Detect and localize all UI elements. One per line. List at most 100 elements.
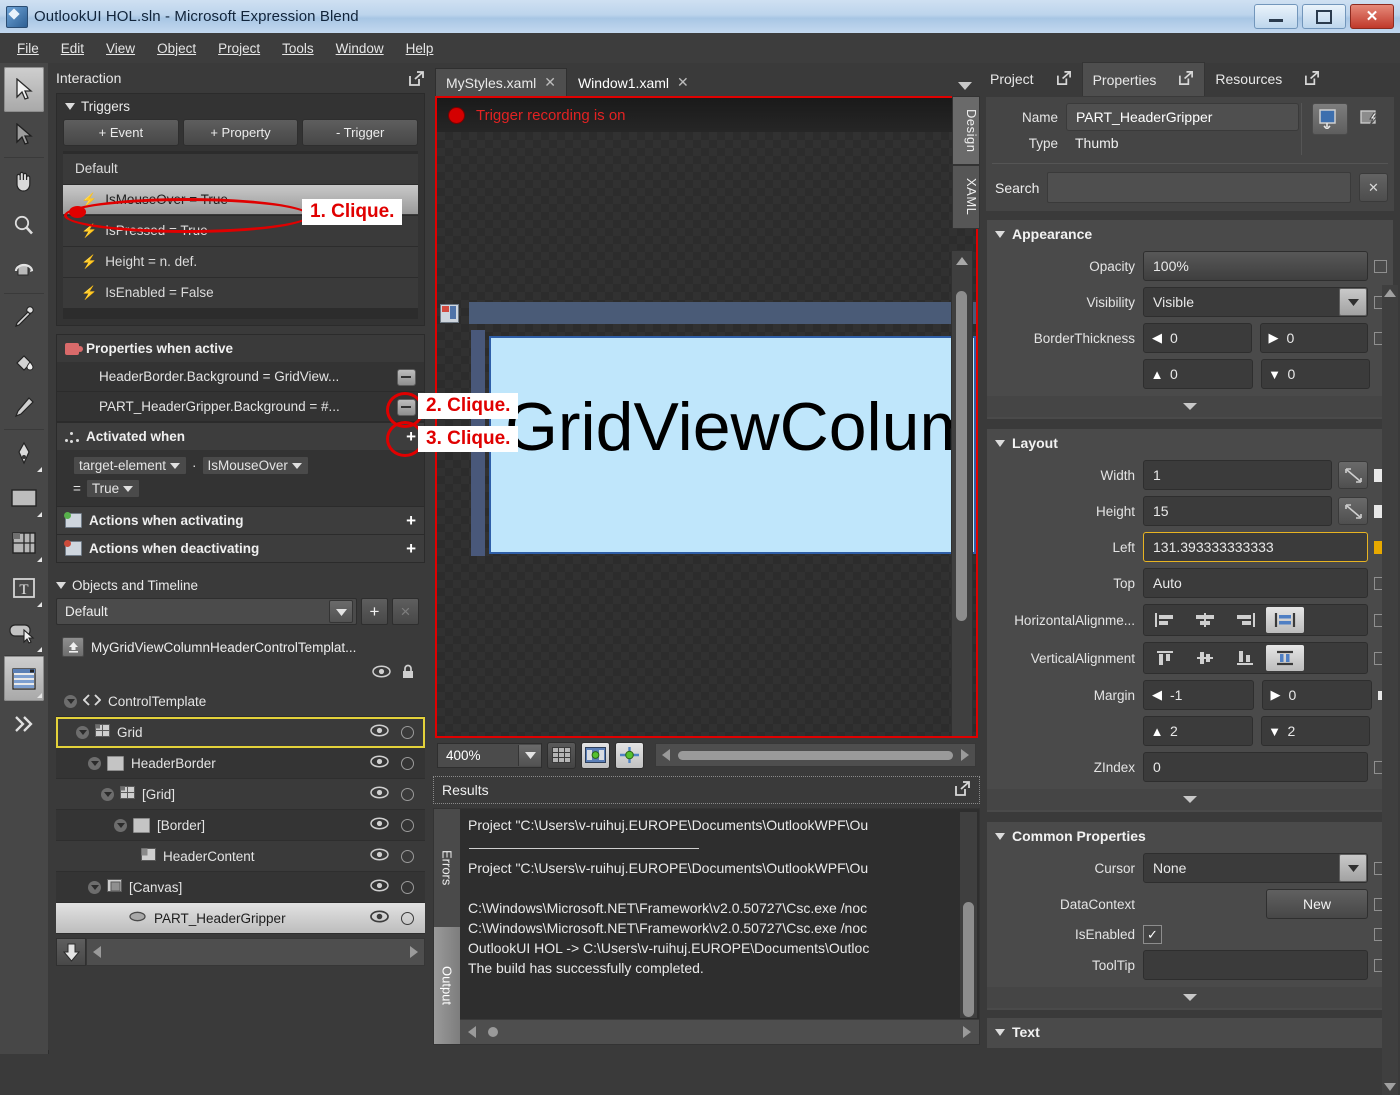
target-element-dropdown[interactable]: target-element — [73, 456, 188, 475]
expander-icon[interactable] — [114, 818, 127, 832]
menu-item-edit[interactable]: Edit — [50, 37, 95, 60]
triggers-section-header[interactable]: Triggers — [57, 94, 424, 119]
maximize-button[interactable] — [1302, 4, 1346, 29]
add-activating-action-button[interactable]: + — [406, 512, 416, 529]
tab-output[interactable]: Output — [434, 926, 460, 1044]
border-thickness-left-input[interactable]: ◀ 0 — [1143, 323, 1252, 353]
scroll-left-icon[interactable] — [662, 749, 670, 761]
tab-design[interactable]: Design — [952, 96, 980, 166]
valign-stretch-icon[interactable] — [1266, 645, 1304, 671]
timeline-horizontal-scrollbar[interactable] — [86, 938, 425, 966]
button-control-tool[interactable] — [4, 610, 44, 655]
lock-toggle-icon[interactable] — [401, 818, 414, 832]
add-condition-button[interactable]: + — [406, 428, 416, 445]
height-auto-size-button[interactable] — [1338, 497, 1368, 525]
common-properties-expand-row[interactable] — [987, 987, 1393, 1008]
valign-center-icon[interactable] — [1186, 645, 1224, 671]
artboard-vertical-scrollbar[interactable] — [951, 250, 973, 736]
appearance-header[interactable]: Appearance — [987, 220, 1393, 248]
isenabled-checkbox[interactable]: ✓ — [1143, 925, 1162, 944]
tab-resources[interactable]: Resources — [1205, 63, 1330, 96]
visibility-eye-icon[interactable] — [370, 755, 389, 771]
trigger-row-isenabled[interactable]: ⚡ IsEnabled = False — [63, 278, 418, 308]
align-right-icon[interactable] — [1226, 607, 1264, 633]
opacity-advanced-marker[interactable] — [1374, 259, 1387, 273]
menu-item-object[interactable]: Object — [146, 37, 207, 60]
lock-toggle-icon[interactable] — [401, 911, 414, 925]
show-properties-button[interactable] — [1312, 103, 1348, 135]
tree-node-headerborder[interactable]: HeaderBorder — [56, 748, 425, 779]
margin-bottom-input[interactable]: ▼ 2 — [1260, 716, 1370, 746]
scrollbar-thumb[interactable] — [678, 750, 953, 760]
remove-trigger-button[interactable]: - Trigger — [302, 119, 419, 146]
popout-icon[interactable] — [1056, 70, 1072, 89]
header-content-box[interactable]: GridViewColumr — [489, 336, 976, 554]
listbox-asset-tool[interactable] — [4, 655, 44, 701]
remove-property-button[interactable] — [397, 399, 416, 416]
tab-project[interactable]: Project — [980, 63, 1082, 96]
properties-vertical-scrollbar[interactable] — [1382, 285, 1398, 1095]
margin-top-input[interactable]: ▲ 2 — [1143, 716, 1253, 746]
close-icon[interactable]: ✕ — [544, 74, 556, 91]
snap-grid-icon[interactable] — [547, 741, 576, 769]
scroll-right-icon[interactable] — [961, 749, 969, 761]
valign-top-icon[interactable] — [1146, 645, 1184, 671]
lock-toggle-icon[interactable] — [401, 880, 414, 894]
menu-item-window[interactable]: Window — [325, 37, 395, 60]
appearance-expand-row[interactable] — [987, 396, 1393, 417]
visibility-eye-icon[interactable] — [370, 848, 389, 864]
header-border-strip[interactable] — [440, 302, 976, 324]
tab-window1-xaml[interactable]: Window1.xaml ✕ — [566, 68, 700, 96]
show-events-button[interactable] — [1354, 103, 1388, 133]
paint-bucket-tool[interactable] — [4, 339, 44, 384]
visibility-eye-icon[interactable] — [370, 879, 389, 895]
valign-bottom-icon[interactable] — [1226, 645, 1264, 671]
tree-node-part-headergripper[interactable]: PART_HeaderGripper — [56, 903, 425, 934]
scrollbar-thumb[interactable] — [963, 902, 974, 1017]
scroll-up-icon[interactable] — [1384, 289, 1396, 297]
expander-icon[interactable] — [101, 787, 114, 801]
name-input[interactable]: PART_HeaderGripper — [1066, 103, 1299, 131]
tab-properties[interactable]: Properties — [1081, 62, 1206, 96]
scroll-right-icon[interactable] — [963, 1026, 971, 1038]
output-text-view[interactable]: Project "C:\Users\v-ruihuj.EUROPE\Docume… — [460, 809, 979, 1044]
tab-mystyles-xaml[interactable]: MyStyles.xaml ✕ — [435, 68, 567, 96]
close-button[interactable]: ✕ — [1350, 4, 1394, 29]
common-properties-header[interactable]: Common Properties — [987, 822, 1393, 850]
layout-expand-row[interactable] — [987, 789, 1393, 810]
snap-to-gridlines-icon[interactable] — [615, 741, 644, 769]
menu-item-tools[interactable]: Tools — [271, 37, 325, 60]
add-event-button[interactable]: + Event — [63, 119, 179, 146]
border-thickness-bottom-input[interactable]: ▼ 0 — [1260, 359, 1370, 389]
pan-tool[interactable] — [4, 157, 44, 203]
scroll-left-icon[interactable] — [93, 946, 101, 958]
zoom-level-combo[interactable]: 400% — [437, 742, 542, 768]
more-assets-tool[interactable] — [4, 701, 44, 746]
tab-xaml[interactable]: XAML — [952, 165, 980, 229]
property-row-headergripper[interactable]: PART_HeaderGripper.Background = #... — [57, 392, 424, 422]
border-thickness-right-input[interactable]: ▶ 0 — [1259, 323, 1368, 353]
tree-node-grid-inner[interactable]: [Grid] — [56, 779, 425, 810]
popout-icon[interactable] — [1178, 70, 1194, 89]
visibility-dropdown[interactable]: Visible — [1143, 287, 1368, 317]
add-storyboard-button[interactable]: + — [361, 598, 388, 625]
visibility-eye-icon[interactable] — [370, 724, 389, 740]
expander-icon[interactable] — [88, 756, 101, 770]
add-deactivating-action-button[interactable]: + — [406, 540, 416, 557]
visibility-eye-icon[interactable] — [370, 786, 389, 802]
scroll-up-icon[interactable] — [956, 257, 968, 265]
output-vertical-scrollbar[interactable] — [960, 812, 977, 1018]
expander-icon[interactable] — [76, 725, 89, 739]
datacontext-new-button[interactable]: New — [1266, 889, 1368, 919]
cursor-dropdown[interactable]: None — [1143, 853, 1368, 883]
property-row-headerborder[interactable]: HeaderBorder.Background = GridView... — [57, 362, 424, 392]
popout-icon[interactable] — [408, 70, 425, 87]
tree-node-border[interactable]: [Border] — [56, 810, 425, 841]
pen-tool[interactable] — [4, 429, 44, 475]
objects-timeline-header[interactable]: Objects and Timeline — [56, 573, 425, 598]
opacity-input[interactable]: 100% — [1143, 251, 1368, 281]
lock-icon[interactable] — [401, 664, 415, 682]
menu-item-project[interactable]: Project — [207, 37, 271, 60]
layout-header[interactable]: Layout — [987, 429, 1393, 457]
rectangle-tool[interactable] — [4, 475, 44, 520]
